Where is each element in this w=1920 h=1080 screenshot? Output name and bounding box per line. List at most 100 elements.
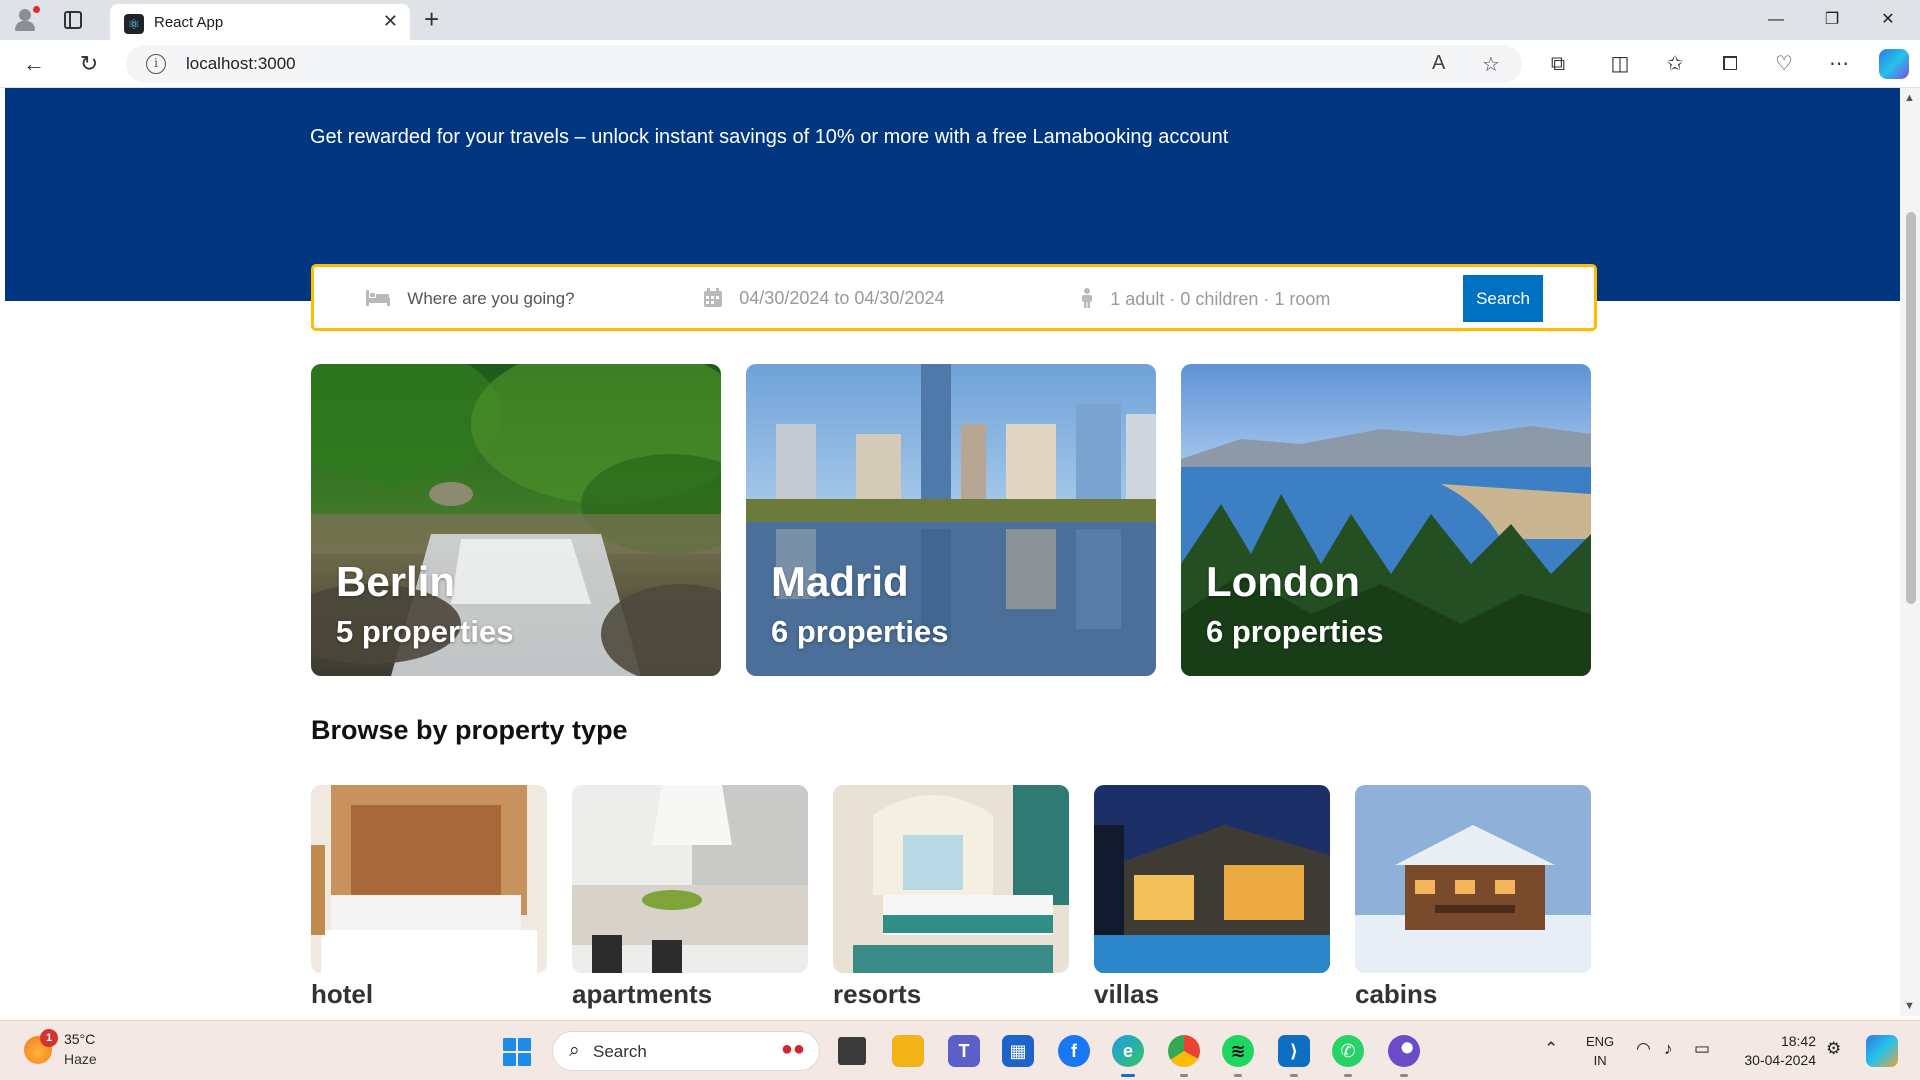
tab-actions-icon[interactable] — [64, 11, 82, 29]
clock[interactable]: 18:42 30-04-2024 — [1736, 1032, 1816, 1070]
edge-icon[interactable]: e — [1112, 1035, 1144, 1067]
property-type-name: apartments — [572, 979, 713, 1009]
browser-titlebar: ⚛ React App ✕ + — ❐ ✕ — [0, 0, 1920, 40]
destination-input[interactable]: Where are you going? — [366, 288, 575, 310]
address-bar[interactable]: i localhost:3000 A ☆ — [126, 45, 1522, 83]
property-type-apartments[interactable]: apartments — [572, 785, 808, 1010]
property-type-name: cabins — [1355, 979, 1438, 1009]
property-type-name: resorts — [833, 979, 922, 1009]
region-code: IN — [1593, 1053, 1607, 1068]
copilot-taskbar-icon[interactable] — [1866, 1035, 1898, 1067]
app-icon[interactable] — [1388, 1035, 1420, 1067]
strawberry-icon: ●● — [780, 1038, 805, 1060]
weather-badge: 1 — [40, 1029, 58, 1047]
tab-title: React App — [154, 14, 224, 31]
file-explorer-icon[interactable] — [892, 1035, 924, 1067]
search-button[interactable]: Search — [1463, 275, 1543, 322]
date-range-picker[interactable]: 04/30/2024 to 04/30/2024 — [704, 288, 944, 310]
edge-active-indicator — [1121, 1074, 1135, 1077]
minimize-button[interactable]: — — [1752, 6, 1800, 34]
cabins-photo — [1355, 785, 1591, 973]
bed-icon — [366, 288, 395, 309]
teams-icon[interactable]: T — [948, 1035, 980, 1067]
maximize-button[interactable]: ❐ — [1808, 6, 1856, 34]
featured-card-london[interactable]: London 6 properties — [1181, 364, 1591, 676]
favorite-star-icon[interactable]: ☆ — [1482, 52, 1500, 77]
header-search: Where are you going? 04/30/2024 to 04/30… — [311, 264, 1597, 331]
tab-close-icon[interactable]: ✕ — [383, 11, 398, 32]
clock-date: 30-04-2024 — [1744, 1052, 1816, 1068]
show-hidden-icons-chevron-icon[interactable]: ⌃ — [1544, 1039, 1558, 1059]
language-indicator[interactable]: ENG IN — [1586, 1032, 1614, 1070]
close-window-button[interactable]: ✕ — [1864, 6, 1912, 34]
featured-city-name: London — [1206, 558, 1360, 605]
profile-icon[interactable] — [12, 6, 40, 34]
search-icon: ⌕ — [569, 1040, 580, 1061]
property-type-villas[interactable]: villas — [1094, 785, 1330, 1010]
scroll-down-icon[interactable]: ▼ — [1904, 1000, 1915, 1012]
task-view-icon[interactable] — [838, 1037, 866, 1065]
guest-options[interactable]: 1 adult · 0 children · 1 room — [1081, 288, 1330, 311]
browser-tab[interactable]: ⚛ React App ✕ — [110, 4, 410, 40]
page-scrollbar[interactable]: ▲ ▼ — [1900, 88, 1920, 1016]
site-info-icon[interactable]: i — [146, 54, 166, 74]
resorts-photo — [833, 785, 1069, 973]
featured-property-count: 6 properties — [771, 614, 949, 649]
spotify-indicator — [1234, 1074, 1242, 1077]
new-tab-button[interactable]: + — [424, 4, 439, 35]
calendar-icon — [704, 288, 727, 309]
react-favicon-icon: ⚛ — [124, 14, 144, 34]
read-aloud-icon[interactable]: A — [1432, 52, 1445, 75]
whatsapp-icon[interactable]: ✆ — [1332, 1035, 1364, 1067]
vscode-indicator — [1290, 1074, 1298, 1077]
microsoft-store-icon[interactable]: ▦ — [1002, 1035, 1034, 1067]
whatsapp-indicator — [1344, 1074, 1352, 1077]
hotel-photo — [311, 785, 547, 973]
property-type-cabins[interactable]: cabins — [1355, 785, 1591, 1010]
weather-temperature[interactable]: 35°C — [64, 1031, 95, 1047]
browser-navbar: ← ↻ i localhost:3000 A ☆ ⧉ ◫ ✩ ⧠ ♡ ⋯ — [0, 40, 1920, 88]
taskbar-search[interactable]: ⌕ Search ●● — [552, 1031, 820, 1071]
property-type-resorts[interactable]: resorts — [833, 785, 1069, 1010]
property-type-list: hotel apartments resorts villas cabins — [311, 785, 1591, 1016]
vscode-icon[interactable]: ⟩ — [1278, 1035, 1310, 1067]
url-text[interactable]: localhost:3000 — [186, 54, 296, 74]
browser-essentials-icon[interactable]: ♡ — [1770, 50, 1798, 78]
windows-start-icon[interactable] — [503, 1038, 531, 1066]
facebook-icon[interactable]: f — [1058, 1035, 1090, 1067]
destination-placeholder: Where are you going? — [407, 289, 575, 308]
chrome-icon[interactable] — [1168, 1035, 1200, 1067]
extensions-icon[interactable]: ⧉ — [1544, 50, 1572, 78]
more-menu-icon[interactable]: ⋯ — [1825, 50, 1853, 78]
spotify-icon[interactable]: ≋ — [1222, 1035, 1254, 1067]
property-type-name: villas — [1094, 979, 1160, 1009]
volume-icon[interactable]: ♪ — [1664, 1039, 1673, 1059]
featured-property-count: 6 properties — [1206, 614, 1384, 649]
app-indicator — [1400, 1074, 1408, 1077]
featured-card-berlin[interactable]: Berlin 5 properties — [311, 364, 721, 676]
property-type-hotel[interactable]: hotel — [311, 785, 547, 1010]
featured-city-name: Madrid — [771, 558, 909, 605]
back-icon[interactable]: ← — [20, 50, 48, 78]
section-title: Browse by property type — [311, 715, 628, 745]
notifications-icon[interactable]: ⚙ — [1826, 1039, 1841, 1059]
featured-cities: Berlin 5 properties Madrid 6 properties … — [311, 364, 1591, 676]
person-icon — [1081, 288, 1098, 310]
taskbar-search-label: Search — [593, 1042, 647, 1061]
featured-city-name: Berlin — [336, 558, 456, 605]
page-content: Get rewarded for your travels – unlock i… — [0, 88, 1900, 1016]
favorites-icon[interactable]: ✩ — [1661, 50, 1689, 78]
collections-icon[interactable]: ⧠ — [1716, 50, 1744, 78]
featured-property-count: 5 properties — [336, 614, 514, 649]
weather-condition[interactable]: Haze — [64, 1051, 97, 1067]
reload-icon[interactable]: ↻ — [75, 50, 103, 78]
wifi-icon[interactable]: ◠ — [1636, 1039, 1651, 1059]
split-screen-icon[interactable]: ◫ — [1606, 50, 1634, 78]
scroll-thumb[interactable] — [1906, 212, 1916, 604]
villas-photo — [1094, 785, 1330, 973]
scroll-up-icon[interactable]: ▲ — [1904, 92, 1915, 104]
featured-card-madrid[interactable]: Madrid 6 properties — [746, 364, 1156, 676]
copilot-icon[interactable] — [1879, 49, 1909, 79]
battery-icon[interactable]: ▭ — [1694, 1039, 1710, 1059]
clock-time: 18:42 — [1780, 1033, 1816, 1049]
